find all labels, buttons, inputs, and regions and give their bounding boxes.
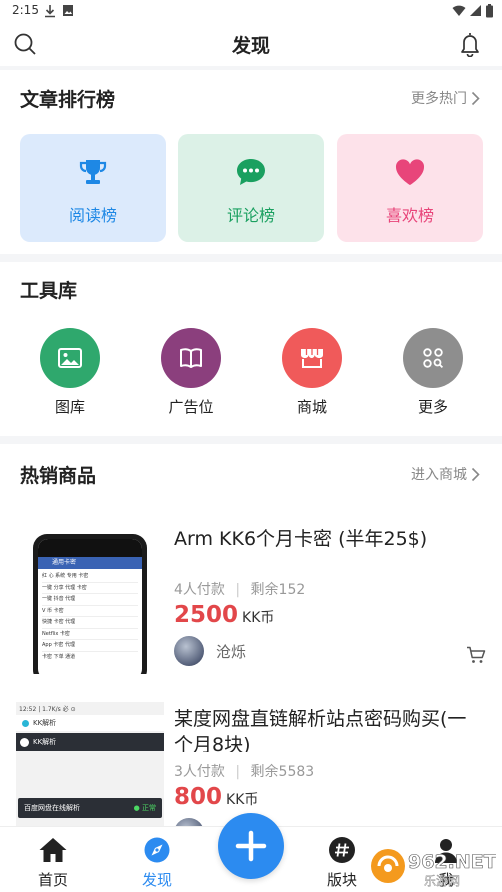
status-bar: 2:15 [0, 0, 502, 22]
thumb-row: Netflix 卡密 [42, 629, 138, 640]
seller-name: 沧烁 [216, 642, 247, 661]
tab-boards[interactable]: 版块 [312, 835, 372, 890]
watermark-text: 962.NET [408, 851, 496, 873]
price-unit: KK币 [226, 792, 259, 808]
rank-tile-likes[interactable]: 喜欢榜 [337, 134, 483, 242]
thumb-app: KK解析 [33, 719, 57, 727]
more-hot-label: 更多热门 [411, 91, 467, 107]
tool-gallery[interactable]: 图库 [30, 328, 110, 417]
section-title: 工具库 [20, 280, 78, 302]
rank-tile-label: 阅读榜 [68, 206, 117, 225]
product-meta: 4人付款 | 剩余152 [174, 582, 306, 598]
tool-label: 广告位 [168, 398, 214, 416]
thumb-row: 快捷 卡密 代理 [42, 617, 138, 629]
product-price: 2500 KK币 [174, 602, 274, 628]
rank-tile-reading[interactable]: 阅读榜 [20, 134, 166, 242]
wifi-icon [452, 5, 466, 16]
thumb-header: 通用卡密 [38, 557, 142, 569]
signal-icon [470, 5, 481, 16]
thumb-row: V 币 卡密 [42, 606, 138, 617]
bell-icon[interactable] [458, 31, 482, 57]
rank-tile-label: 喜欢榜 [385, 206, 434, 225]
hashtag-icon [329, 837, 355, 863]
remaining-count: 剩余152 [250, 582, 306, 598]
thumb-row: 一键 分享 代理 卡密 [42, 583, 138, 594]
thumb-row: 卡密 下单 通道 [42, 653, 76, 660]
section-title: 文章排行榜 [20, 89, 116, 111]
more-hot-link[interactable]: 更多热门 [411, 88, 480, 108]
cart-icon[interactable] [466, 646, 486, 664]
thumb-row: App 卡密 代理 [42, 640, 138, 652]
price-value: 2500 [174, 602, 239, 628]
watermark-logo: 962.NET 乐游网 [368, 842, 497, 888]
compass-icon [144, 837, 170, 863]
page-title: 发现 [231, 35, 270, 57]
product-item[interactable]: 通用卡密 红 心 系统 专用 卡密 一键 分享 代理 卡密 一键 抖音 代理 V… [0, 524, 502, 674]
tab-label: 版块 [326, 871, 357, 889]
product-item[interactable]: 12:52 | 1.7K/s 必 ⊙ KK解析 KK解析 百度网盘在线解析 ● … [0, 702, 502, 826]
thumb-status: 12:52 | 1.7K/s 必 ⊙ [19, 706, 76, 713]
product-thumbnail: 通用卡密 红 心 系统 专用 卡密 一键 分享 代理 卡密 一键 抖音 代理 V… [16, 534, 164, 674]
image-notification-icon [63, 5, 73, 16]
tool-ad-slot[interactable]: 广告位 [151, 328, 231, 417]
remaining-count: 剩余5583 [250, 764, 315, 780]
home-icon [39, 838, 67, 862]
thumb-row: 一键 抖音 代理 [42, 594, 138, 606]
chat-bubble-icon [237, 159, 265, 185]
image-icon [58, 348, 82, 368]
tool-more[interactable]: 更多 [393, 328, 473, 417]
chevron-right-icon [471, 467, 480, 481]
grid-icon [423, 348, 444, 369]
avatar [174, 818, 204, 826]
rank-tile-comments[interactable]: 评论榜 [178, 134, 324, 242]
tool-label: 图库 [54, 398, 85, 416]
product-price: 800 KK币 [174, 784, 258, 810]
hot-products-section: 热销商品 进入商城 通用卡密 红 心 系统 专用 卡密 一键 分享 代理 卡密 … [0, 444, 502, 826]
product-thumbnail: 12:52 | 1.7K/s 必 ⊙ KK解析 KK解析 百度网盘在线解析 ● … [16, 702, 164, 826]
tools-section: 工具库 图库 广告位 商城 更多 [0, 262, 502, 436]
paid-count: 4人付款 [174, 582, 225, 598]
tool-label: 商城 [296, 398, 327, 416]
tab-home[interactable]: 首页 [23, 835, 83, 890]
battery-icon [486, 4, 493, 18]
price-value: 800 [174, 784, 223, 810]
thumb-banner: KK解析 [33, 738, 57, 746]
paid-count: 3人付款 [174, 764, 225, 780]
tool-label: 更多 [417, 398, 448, 416]
plus-icon [235, 830, 267, 862]
chevron-right-icon [471, 91, 480, 105]
product-title[interactable]: 某度网盘直链解析站点密码购买(一个月8块) [174, 706, 484, 752]
enter-store-label: 进入商城 [411, 467, 467, 483]
trophy-icon [79, 160, 107, 184]
seller-info[interactable]: 沧烁 [174, 636, 246, 666]
download-icon [45, 5, 55, 18]
tab-label: 首页 [37, 871, 68, 889]
product-title[interactable]: Arm KK6个月卡密 (半年25$) [174, 526, 484, 552]
create-post-button[interactable] [218, 813, 284, 879]
thumb-badge: ● 正常 [133, 804, 156, 812]
top-bar: 发现 [0, 22, 502, 66]
seller-info[interactable] [174, 818, 204, 826]
status-time: 2:15 [12, 3, 39, 17]
thumb-row: 红 心 系统 专用 卡密 [42, 571, 138, 583]
product-meta: 3人付款 | 剩余5583 [174, 764, 315, 780]
tab-discover[interactable]: 发现 [127, 835, 187, 890]
tool-store[interactable]: 商城 [272, 328, 352, 417]
enter-store-link[interactable]: 进入商城 [411, 464, 480, 484]
section-title: 热销商品 [20, 465, 97, 487]
store-icon [301, 349, 323, 368]
watermark-sub: 乐游网 [424, 874, 460, 888]
thumb-footer: 百度网盘在线解析 [24, 804, 80, 812]
book-icon [180, 348, 202, 368]
heart-icon [395, 159, 425, 185]
price-unit: KK币 [242, 610, 275, 626]
avatar [174, 636, 204, 666]
tab-label: 发现 [141, 871, 172, 889]
rank-tile-label: 评论榜 [226, 206, 275, 225]
article-rankings-section: 文章排行榜 更多热门 阅读榜 评论榜 喜欢榜 [0, 70, 502, 254]
